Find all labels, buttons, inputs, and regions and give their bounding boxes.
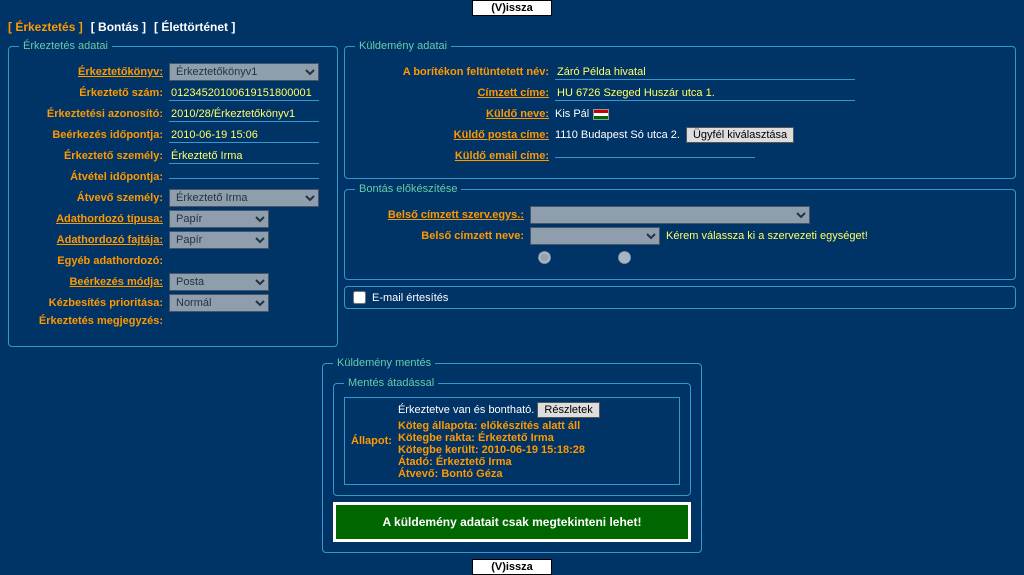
lbl-bontmod: Bontás módja:	[357, 251, 532, 263]
sel-adatfaj[interactable]: Papír	[169, 231, 269, 249]
status-box: Állapot: Érkeztetve van és bontható. Rés…	[344, 397, 680, 485]
legend-erkeztes: Érkeztetés adatai	[19, 40, 112, 52]
back-button-top[interactable]: (V)issza	[472, 0, 552, 16]
legend-kuldemeny: Küldemény adatai	[355, 40, 451, 52]
sel-adattip[interactable]: Papír	[169, 210, 269, 228]
status-line2: Köteg állapota: előkészítés alatt áll	[398, 420, 600, 432]
sel-konyv[interactable]: Érkeztetőkönyv1	[169, 63, 319, 81]
lbl-prio: Kézbesítés prioritása:	[19, 297, 169, 309]
lbl-kuldoposta: Küldő posta címe:	[355, 129, 555, 141]
fieldset-mentes: Küldemény mentés Mentés átadással Állapo…	[322, 357, 702, 553]
lbl-belsonev: Belső címzett neve:	[355, 230, 530, 242]
lbl-szam: Érkeztető szám:	[19, 87, 169, 99]
sel-prio[interactable]: Normál	[169, 294, 269, 312]
radio-elektronikus[interactable]	[538, 251, 551, 264]
status-line3: Kötegbe rakta: Érkeztető Irma	[398, 432, 600, 444]
lbl-azon: Érkeztetési azonosító:	[19, 108, 169, 120]
sel-beerk[interactable]: Posta	[169, 273, 269, 291]
readonly-notice: A küldemény adatait csak megtekinteni le…	[333, 502, 691, 542]
legend-atadas: Mentés átadással	[344, 377, 438, 389]
tab-elettortenet[interactable]: [ Élettörténet ]	[154, 20, 235, 34]
legend-bontas: Bontás előkészítése	[355, 183, 461, 195]
lbl-kuldoemail: Küldő email címe:	[355, 150, 555, 162]
radio-lbl-1: elektronikus	[553, 251, 612, 263]
fieldset-erkeztes: Érkeztetés adatai Érkeztetőkönyv:Érkezte…	[8, 40, 338, 347]
status-line4: Kötegbe került: 2010-06-19 15:18:28	[398, 444, 600, 456]
val-cimzett: HU 6726 Szeged Huszár utca 1.	[555, 86, 855, 101]
lbl-kuldonev: Küldő neve:	[355, 108, 555, 120]
lbl-szemely: Érkeztető személy:	[19, 150, 169, 162]
status-line1: Érkeztetve van és bontható.	[398, 404, 534, 416]
radio-lbl-2: fizikai	[633, 251, 661, 263]
lbl-email: E-mail értesítés	[372, 292, 448, 304]
lbl-allapot: Állapot:	[351, 435, 392, 447]
lbl-megj: Érkeztetés megjegyzés:	[19, 315, 169, 327]
val-boritek: Záró Példa hivatal	[555, 65, 855, 80]
back-button-bottom[interactable]: (V)issza	[472, 559, 552, 575]
lbl-adattip: Adathordozó típusa:	[19, 213, 169, 225]
val-azon: 2010/28/Érkeztetőkönyv1	[169, 107, 319, 122]
chk-email[interactable]	[353, 291, 366, 304]
tabs: [ Érkeztetés ] [ Bontás ] [ Élettörténet…	[0, 16, 1024, 36]
val-kuldoposta: 1110 Budapest Só utca 2.	[555, 129, 680, 141]
status-line5: Átadó: Érkeztető Irma	[398, 456, 600, 468]
fieldset-kuldemeny: Küldemény adatai A borítékon feltüntetet…	[344, 40, 1016, 179]
legend-mentes: Küldemény mentés	[333, 357, 435, 369]
val-szemely: Érkeztető Irma	[169, 149, 319, 164]
lbl-belsoszerv: Belső címzett szerv.egys.:	[355, 209, 530, 221]
val-ido: 2010-06-19 15:06	[169, 128, 319, 143]
lbl-atvetel: Átvétel időpontja:	[19, 171, 169, 183]
lbl-beerk: Beérkezés módja:	[19, 276, 169, 288]
btn-reszletek[interactable]: Részletek	[537, 402, 599, 418]
lbl-ido: Beérkezés időpontja:	[19, 129, 169, 141]
status-lines: Érkeztetve van és bontható. Részletek Kö…	[398, 402, 600, 480]
val-szam: 01234520100619151800001	[169, 86, 319, 101]
lbl-boritek: A borítékon feltüntetett név:	[355, 66, 555, 78]
lbl-konyv: Érkeztetőkönyv:	[19, 66, 169, 78]
lbl-egyeb: Egyéb adathordozó:	[19, 255, 169, 267]
flag-icon	[593, 109, 609, 120]
val-atvetel	[169, 176, 319, 179]
fieldset-atadas: Mentés átadással Állapot: Érkeztetve van…	[333, 377, 691, 496]
fieldset-bontas: Bontás előkészítése Belső címzett szerv.…	[344, 183, 1016, 280]
tab-bontas[interactable]: [ Bontás ]	[91, 20, 146, 34]
val-kuldonev: Kis Pál	[555, 108, 589, 120]
email-row: E-mail értesítés	[344, 286, 1016, 309]
btn-ugyfel[interactable]: Ügyfél kiválasztása	[686, 127, 794, 143]
status-line6: Átvevő: Bontó Géza	[398, 468, 600, 480]
tab-erkeztes[interactable]: [ Érkeztetés ]	[8, 20, 83, 34]
sel-belsonev[interactable]	[530, 227, 660, 245]
sel-atvevo[interactable]: Érkeztető Irma	[169, 189, 319, 207]
lbl-atvevo: Átvevő személy:	[19, 192, 169, 204]
lbl-adatfaj: Adathordozó fajtája:	[19, 234, 169, 246]
radio-fizikai[interactable]	[618, 251, 631, 264]
sel-belsoszerv[interactable]	[530, 206, 810, 224]
val-kuldoemail	[555, 155, 755, 158]
warn-text: Kérem válassza ki a szervezeti egységet!	[666, 230, 868, 242]
lbl-cimzett: Címzett címe:	[355, 87, 555, 99]
